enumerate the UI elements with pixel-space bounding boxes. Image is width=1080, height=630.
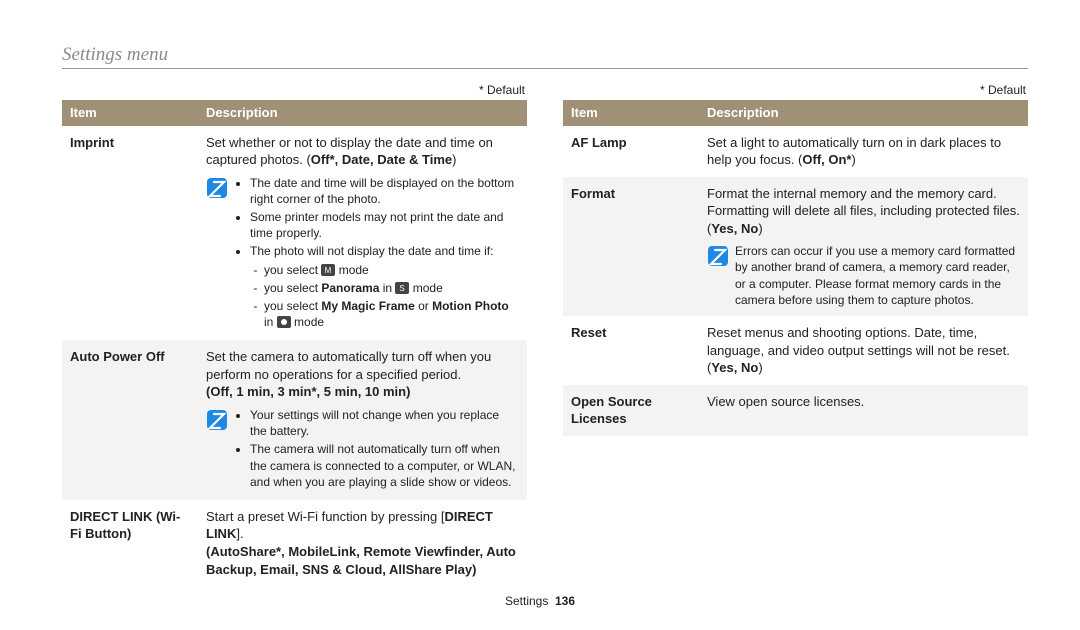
magic-mode-icon [277,316,291,328]
table-row: Reset Reset menus and shooting options. … [563,316,1028,385]
row-desc: View open source licenses. [699,385,1028,436]
right-column: * Default Item Description AF Lamp Set a… [563,79,1028,586]
default-note-right: * Default [563,83,1026,97]
note-sub-bullet: you select M mode [264,262,519,278]
info-icon [707,245,729,267]
row-desc: Start a preset Wi-Fi function by pressin… [198,500,527,586]
note-bullet: The date and time will be displayed on t… [250,175,519,207]
page-title: Settings menu [62,44,1028,66]
note-bullet: Your settings will not change when you r… [250,407,519,439]
row-item: AF Lamp [563,126,699,177]
col-header-desc: Description [198,100,527,126]
note-sub-bullet: you select Panorama in S mode [264,280,519,296]
row-item: DIRECT LINK (Wi-Fi Button) [62,500,198,586]
info-icon [206,177,228,199]
divider [62,68,1028,69]
desc-opts: (Off, 1 min, 3 min*, 5 min, 10 min) [206,383,519,401]
col-header-item: Item [563,100,699,126]
table-row: Imprint Set whether or not to display th… [62,126,527,341]
desc-text: ]. [236,526,243,541]
row-desc: Format the internal memory and the memor… [699,177,1028,316]
table-row: Format Format the internal memory and th… [563,177,1028,316]
row-desc: Set a light to automatically turn on in … [699,126,1028,177]
svg-text:S: S [400,284,405,293]
desc-text: ) [452,152,456,167]
note-bullet: The camera will not automatically turn o… [250,441,519,490]
note-bullet: Some printer models may not print the da… [250,209,519,241]
settings-table-left: Item Description Imprint Set whether or … [62,100,527,586]
desc-opts: Off*, Date, Date & Time [311,152,452,167]
scene-mode-icon: S [395,282,409,294]
desc-opts: (AutoShare*, MobileLink, Remote Viewfind… [206,543,519,578]
row-item: Imprint [62,126,198,341]
footer-page-number: 136 [555,594,575,608]
row-item: Open Source Licenses [563,385,699,436]
note-sub-bullet: you select My Magic Frame or Motion Phot… [264,298,519,330]
desc-text: Set the camera to automatically turn off… [206,348,519,383]
table-row: Auto Power Off Set the camera to automat… [62,340,527,500]
footer-section: Settings [505,594,548,608]
row-desc: Set whether or not to display the date a… [198,126,527,341]
row-item: Reset [563,316,699,385]
note-body: Errors can occur if you use a memory car… [735,243,1020,308]
page-footer: Settings 136 [0,594,1080,608]
left-column: * Default Item Description Imprint Set w… [62,79,527,586]
desc-text: Start a preset Wi-Fi function by pressin… [206,509,444,524]
note-body: The date and time will be displayed on t… [234,175,519,333]
row-item: Auto Power Off [62,340,198,500]
col-header-desc: Description [699,100,1028,126]
note-body: Your settings will not change when you r… [234,407,519,492]
row-desc: Reset menus and shooting options. Date, … [699,316,1028,385]
settings-table-right: Item Description AF Lamp Set a light to … [563,100,1028,436]
row-desc: Set the camera to automatically turn off… [198,340,527,500]
default-note-left: * Default [62,83,525,97]
svg-text:M: M [325,266,332,275]
note-text: The photo will not display the date and … [250,244,493,258]
manual-mode-icon: M [321,264,335,276]
col-header-item: Item [62,100,198,126]
table-row: DIRECT LINK (Wi-Fi Button) Start a prese… [62,500,527,586]
table-row: Open Source Licenses View open source li… [563,385,1028,436]
row-item: Format [563,177,699,316]
table-row: AF Lamp Set a light to automatically tur… [563,126,1028,177]
info-icon [206,409,228,431]
note-bullet: The photo will not display the date and … [250,243,519,330]
